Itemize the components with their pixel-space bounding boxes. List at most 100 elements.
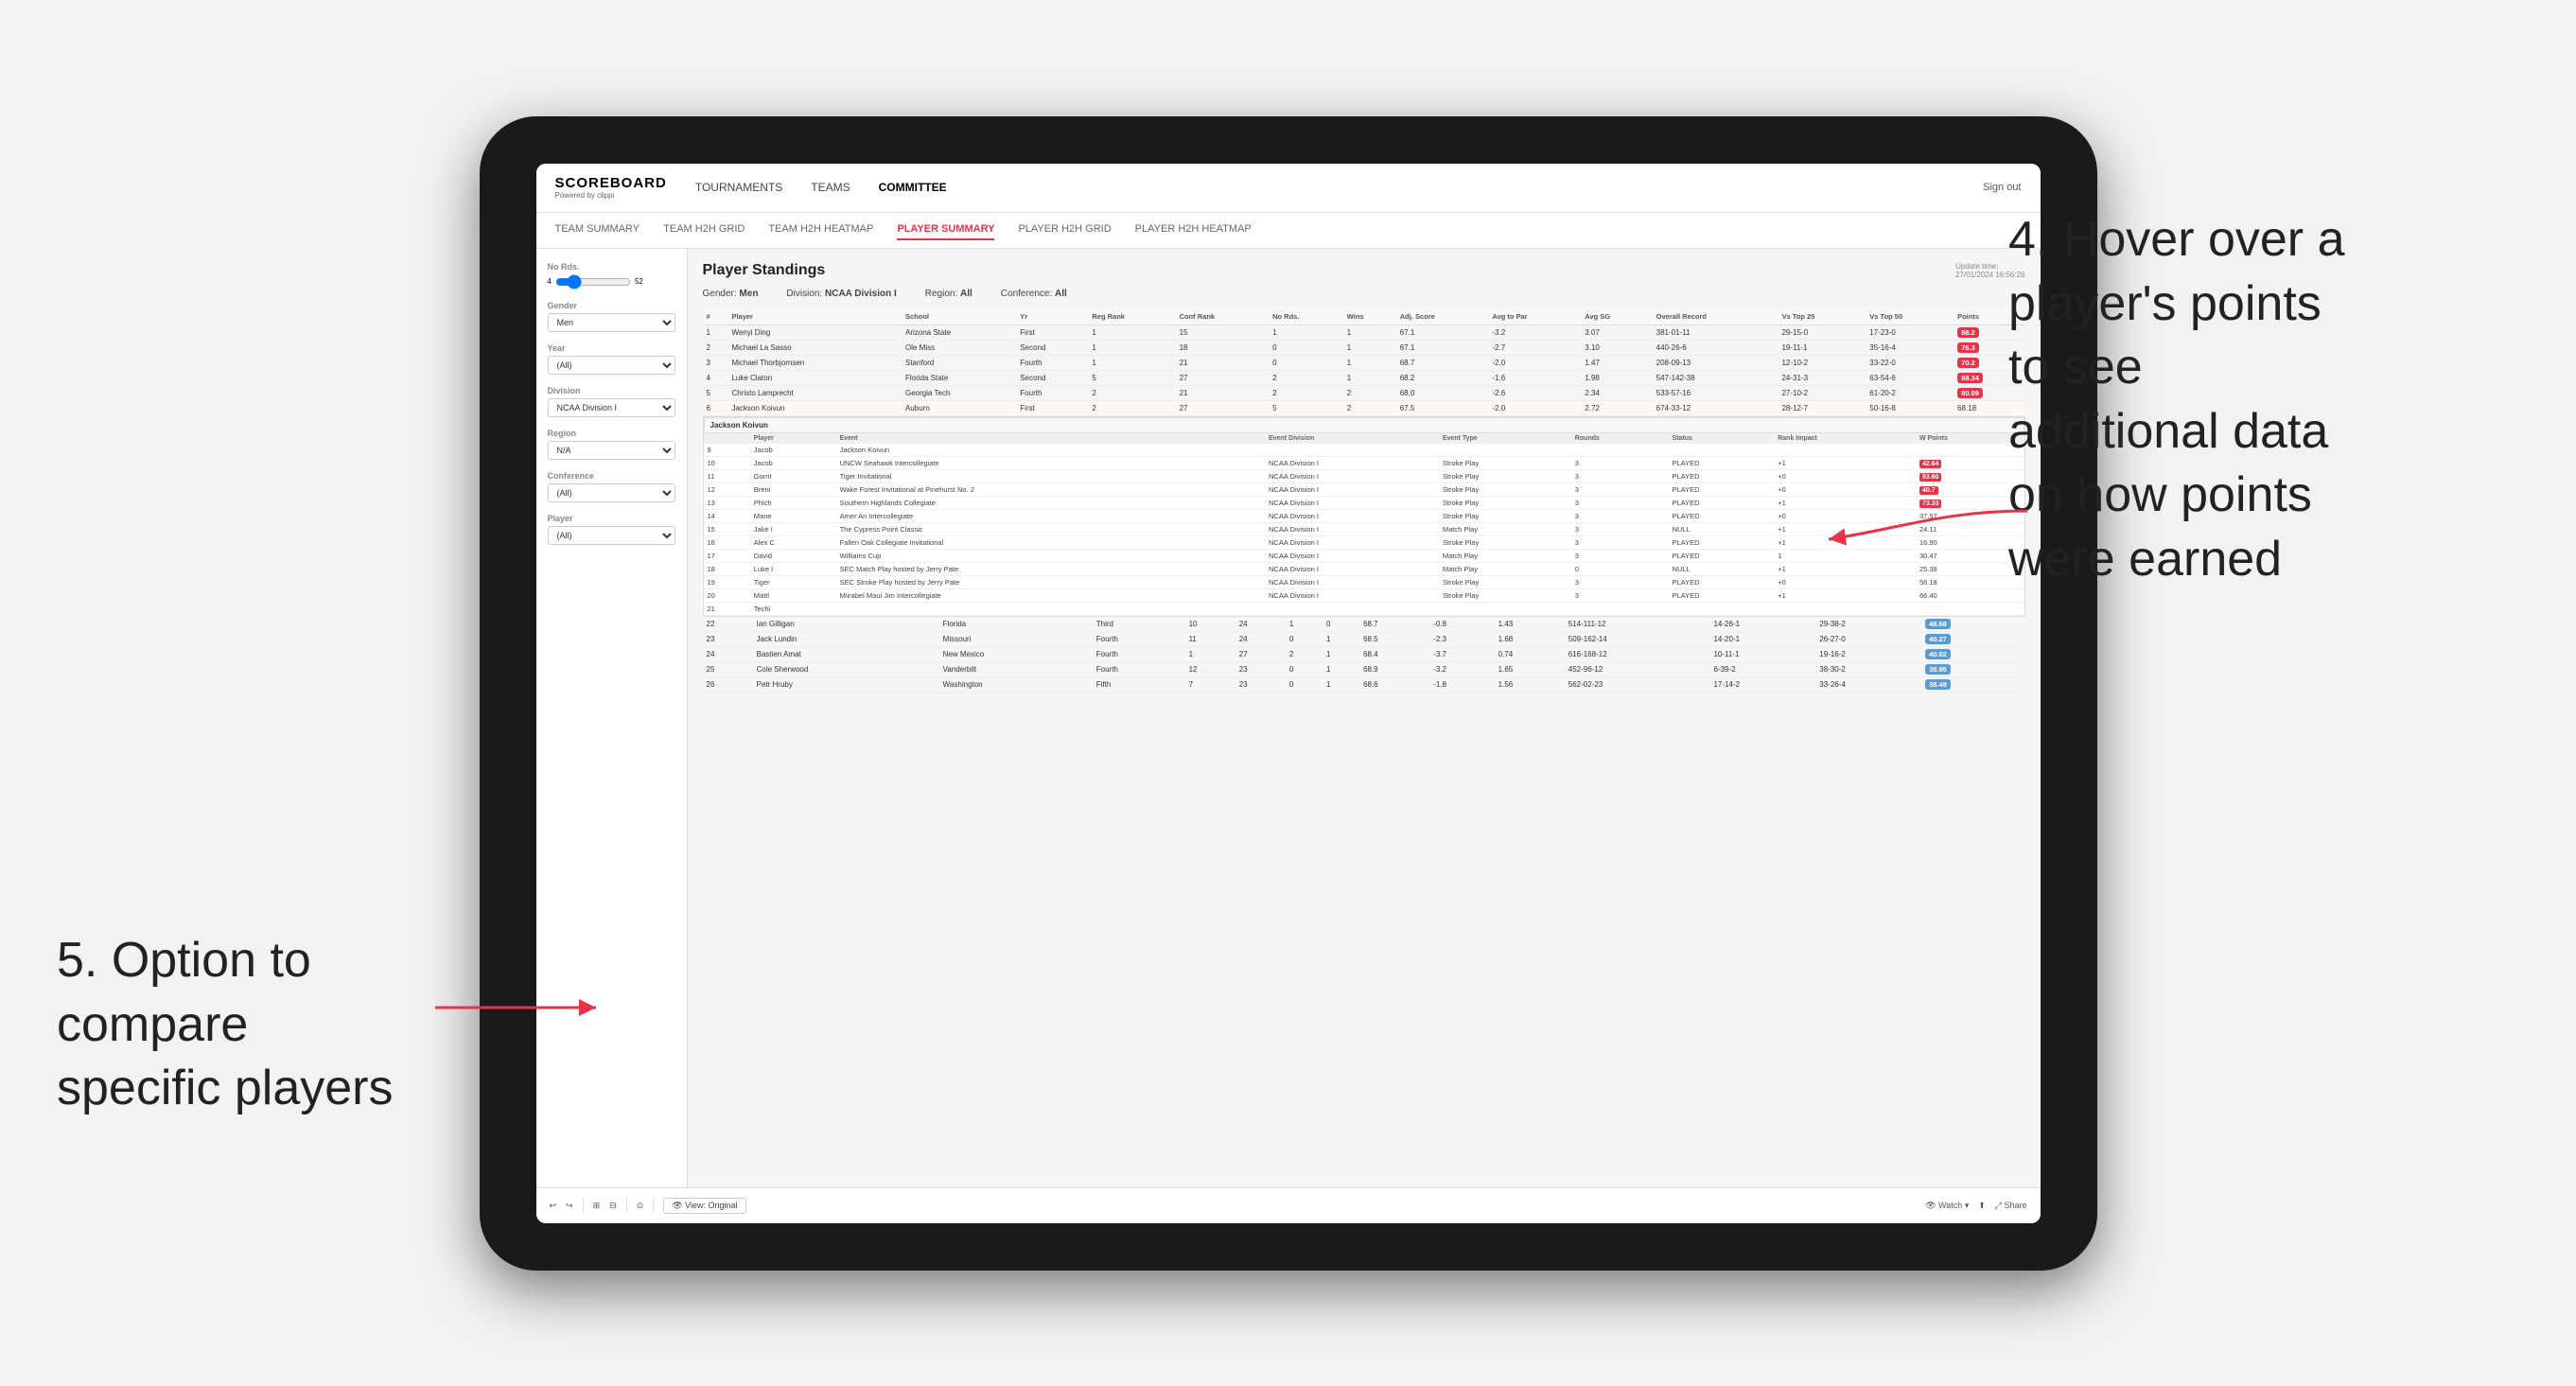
year-select[interactable]: (All) bbox=[548, 356, 675, 375]
t-rounds: 3 bbox=[1571, 496, 1669, 509]
nav-teams[interactable]: TEAMS bbox=[811, 177, 850, 198]
vs25: 24-31-3 bbox=[1778, 370, 1866, 385]
table-row: 2 Michael La Sasso Ole Miss Second 1 18 … bbox=[703, 340, 2025, 355]
avg-sg: 2.72 bbox=[1581, 400, 1652, 415]
t-rounds: 3 bbox=[1571, 469, 1669, 482]
wins: 1 bbox=[1323, 661, 1359, 676]
record: 208-09-13 bbox=[1653, 355, 1779, 370]
watch-button[interactable]: 👁 Watch ▾ bbox=[1925, 1201, 1969, 1211]
player-name[interactable]: Wenyi Ding bbox=[727, 325, 902, 340]
yr: Fifth bbox=[1093, 676, 1185, 692]
player-name[interactable]: Petr Hruby bbox=[753, 676, 939, 692]
player-name[interactable]: Jackson Koivun bbox=[727, 400, 902, 415]
player-name[interactable]: Luke Claton bbox=[727, 370, 902, 385]
reg-rank: 1 bbox=[1088, 340, 1175, 355]
view-original-button[interactable]: 👁 View: Original bbox=[663, 1198, 745, 1214]
record: 562-02-23 bbox=[1565, 676, 1710, 692]
year-label: Year bbox=[548, 343, 675, 353]
share-button[interactable]: ⤢ Share bbox=[1995, 1201, 2027, 1211]
record: 547-142-38 bbox=[1653, 370, 1779, 385]
player-select[interactable]: (All) bbox=[548, 526, 675, 545]
col-vs50: Vs Top 50 bbox=[1866, 308, 1954, 325]
reg-rank: 10 bbox=[1185, 617, 1235, 632]
t-idx: 10 bbox=[704, 456, 750, 469]
school: New Mexico bbox=[939, 646, 1093, 661]
player-name[interactable]: Michael Thorbjornsen bbox=[727, 355, 902, 370]
player-name[interactable]: Jack Lundin bbox=[753, 631, 939, 646]
col-reg-rank: Reg Rank bbox=[1088, 308, 1175, 325]
reg-rank: 1 bbox=[1088, 325, 1175, 340]
nav-tournaments[interactable]: TOURNAMENTS bbox=[695, 177, 782, 198]
to-par: -2.0 bbox=[1488, 355, 1581, 370]
school: Washington bbox=[939, 676, 1093, 692]
sidebar-no-rds: No Rds. 4 52 bbox=[548, 262, 675, 289]
player-name[interactable]: Christo Lamprecht bbox=[727, 385, 902, 400]
conf-rank: 27 bbox=[1176, 400, 1270, 415]
arrow-hover-points bbox=[1800, 492, 2046, 568]
avg-sg: 1.98 bbox=[1581, 370, 1652, 385]
wins: 2 bbox=[1343, 385, 1396, 400]
t-idx: 20 bbox=[704, 588, 750, 602]
table-row: 4 Luke Claton Florida State Second 5 27 … bbox=[703, 370, 2025, 385]
conf-rank: 23 bbox=[1235, 661, 1286, 676]
tooltip-header: Jackson Koivun bbox=[704, 417, 2024, 433]
tab-player-h2h-heatmap[interactable]: PLAYER H2H HEATMAP bbox=[1135, 219, 1252, 240]
to-par: -2.0 bbox=[1488, 400, 1581, 415]
vs50: 38-30-2 bbox=[1815, 661, 1921, 676]
col-conf-rank: Conf Rank bbox=[1176, 308, 1270, 325]
rds: 0 bbox=[1286, 676, 1323, 692]
vs50: 17-23-0 bbox=[1866, 325, 1954, 340]
t-player: Luke I bbox=[750, 562, 836, 575]
gender-select[interactable]: Men bbox=[548, 313, 675, 332]
export-button[interactable]: ⬆ bbox=[1978, 1201, 1986, 1211]
sidebar: No Rds. 4 52 Gender Men bbox=[536, 249, 688, 1187]
region-select[interactable]: N/A bbox=[548, 441, 675, 460]
toolbar-sep-3 bbox=[653, 1198, 654, 1213]
no-rds-slider[interactable] bbox=[555, 274, 631, 289]
col-avg-sg: Avg SG bbox=[1581, 308, 1652, 325]
tcol-event: Event bbox=[836, 433, 1265, 444]
points[interactable]: 38.95 bbox=[1921, 661, 2024, 676]
points[interactable]: 40.02 bbox=[1921, 646, 2024, 661]
filter-row: Gender: Men Division: NCAA Division I Re… bbox=[703, 289, 2025, 299]
rds: 0 bbox=[1286, 661, 1323, 676]
tcol-blank bbox=[704, 433, 750, 444]
tab-team-h2h-heatmap[interactable]: TEAM H2H HEATMAP bbox=[768, 219, 873, 240]
adj-score: 68.2 bbox=[1396, 370, 1489, 385]
paste-button[interactable]: ⊟ bbox=[609, 1201, 617, 1211]
tab-player-h2h-grid[interactable]: PLAYER H2H GRID bbox=[1018, 219, 1111, 240]
tab-team-h2h-grid[interactable]: TEAM H2H GRID bbox=[663, 219, 745, 240]
reg-rank: 12 bbox=[1185, 661, 1235, 676]
wins: 1 bbox=[1343, 355, 1396, 370]
avg-sg: 1.65 bbox=[1495, 661, 1565, 676]
player-name[interactable]: Cole Sherwood bbox=[753, 661, 939, 676]
vs25: 28-12-7 bbox=[1778, 400, 1866, 415]
player-name[interactable]: Ian Gilligan bbox=[753, 617, 939, 632]
conference-select[interactable]: (All) bbox=[548, 483, 675, 502]
t-rank bbox=[1774, 602, 1916, 615]
points[interactable]: 40.27 bbox=[1921, 631, 2024, 646]
redo-button[interactable]: ↪ bbox=[566, 1201, 573, 1211]
points[interactable]: 38.49 bbox=[1921, 676, 2024, 692]
sidebar-region: Region N/A bbox=[548, 429, 675, 460]
t-status: PLAYED bbox=[1668, 535, 1774, 549]
player-name[interactable]: Bastien Amat bbox=[753, 646, 939, 661]
nav-committee[interactable]: COMMITTEE bbox=[879, 177, 947, 198]
division-select[interactable]: NCAA Division I bbox=[548, 398, 675, 417]
rank: 22 bbox=[703, 617, 753, 632]
sign-out-link[interactable]: Sign out bbox=[1983, 182, 2021, 193]
col-rank: # bbox=[703, 308, 728, 325]
clock-button[interactable]: ⊙ bbox=[637, 1201, 644, 1211]
yr: Second bbox=[1016, 340, 1088, 355]
copy-button[interactable]: ⊞ bbox=[593, 1201, 601, 1211]
undo-button[interactable]: ↩ bbox=[550, 1201, 557, 1211]
tab-player-summary[interactable]: PLAYER SUMMARY bbox=[897, 219, 994, 240]
rds: 0 bbox=[1269, 355, 1343, 370]
table-row: 1 Wenyi Ding Arizona State First 1 15 1 … bbox=[703, 325, 2025, 340]
player-name[interactable]: Michael La Sasso bbox=[727, 340, 902, 355]
conf-rank: 23 bbox=[1235, 676, 1286, 692]
yr: Third bbox=[1093, 617, 1185, 632]
conf-rank: 27 bbox=[1176, 370, 1270, 385]
tab-team-summary[interactable]: TEAM SUMMARY bbox=[555, 219, 640, 240]
points[interactable]: 48.68 bbox=[1921, 617, 2024, 632]
